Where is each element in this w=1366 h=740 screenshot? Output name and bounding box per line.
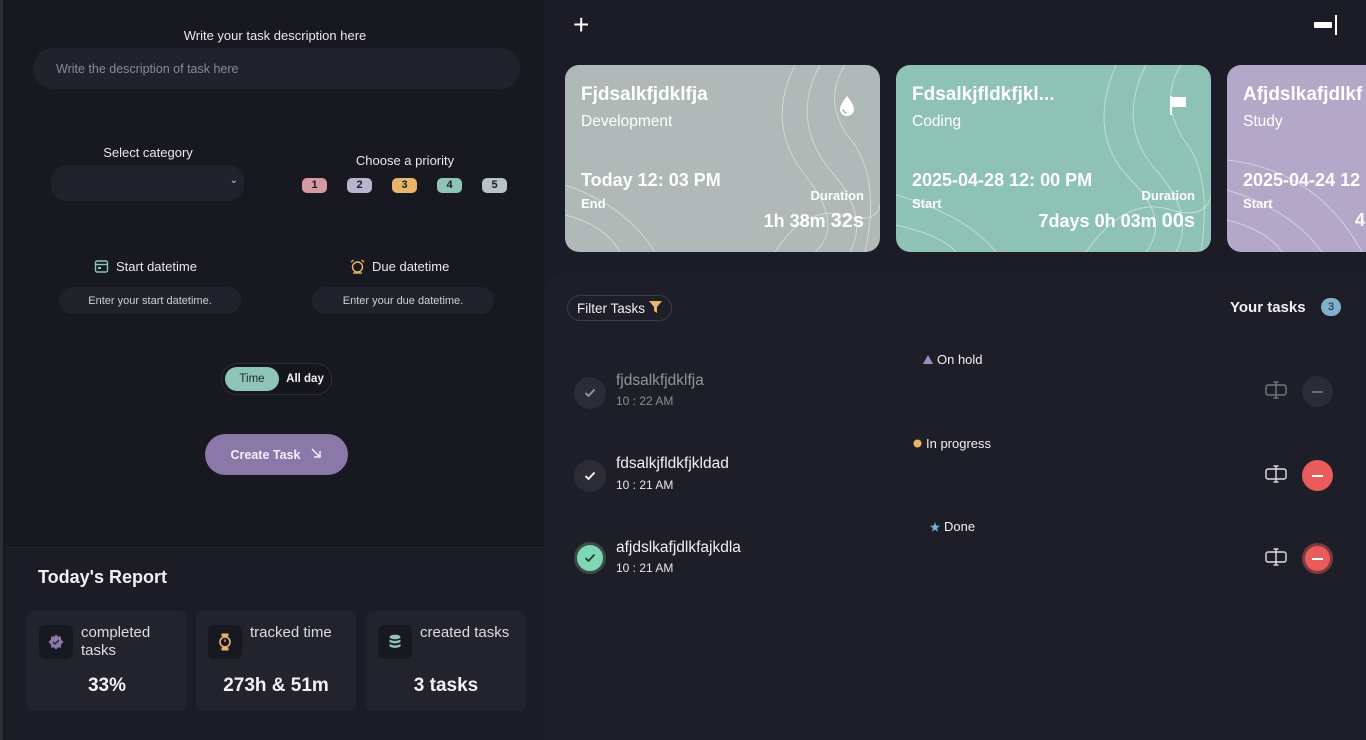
stat-value: 3 tasks bbox=[413, 675, 479, 696]
alarm-icon bbox=[350, 259, 365, 274]
arrow-down-right-icon bbox=[310, 447, 322, 462]
edit-icon[interactable] bbox=[1265, 465, 1287, 483]
due-datetime-label: Due datetime bbox=[350, 259, 449, 274]
priority-label: Choose a priority bbox=[355, 153, 455, 168]
card-category: Study bbox=[1243, 113, 1283, 130]
priority-4-button[interactable]: 4 bbox=[437, 178, 462, 193]
card-title: Afjdslkafjdlkf bbox=[1243, 84, 1363, 105]
card-duration-value: 4 bbox=[1355, 210, 1366, 230]
task-form-panel: Write your task description here Select … bbox=[0, 0, 547, 740]
delete-task-button[interactable] bbox=[1302, 543, 1333, 574]
filter-icon bbox=[649, 300, 662, 316]
stat-label: created tasks bbox=[420, 624, 510, 641]
card-duration-value: 1h 38m 32s bbox=[763, 210, 864, 232]
stat-tracked: tracked time 273h & 51m bbox=[196, 611, 356, 711]
task-name: fjdsalkfjdklfja bbox=[616, 372, 704, 389]
dot-icon bbox=[913, 439, 922, 448]
filter-tasks-button[interactable]: Filter Tasks bbox=[567, 295, 672, 321]
create-task-label: Create Task bbox=[230, 447, 301, 462]
description-input[interactable] bbox=[33, 48, 520, 89]
task-count-badge: 3 bbox=[1321, 298, 1341, 316]
card-category: Development bbox=[581, 113, 673, 130]
category-select[interactable]: ⌄ bbox=[51, 165, 244, 201]
task-checkbox[interactable] bbox=[574, 377, 606, 409]
add-task-icon[interactable]: + bbox=[573, 11, 589, 39]
watch-icon bbox=[208, 625, 242, 659]
edit-icon[interactable] bbox=[1265, 548, 1287, 566]
card-duration-label: Duration bbox=[1141, 188, 1195, 203]
task-status: In progress bbox=[913, 436, 991, 451]
stat-label: completed tasks bbox=[81, 624, 151, 659]
card-date: Today 12: 03 PM bbox=[581, 170, 721, 190]
minus-icon bbox=[1312, 557, 1323, 560]
card-title: Fdsalkjfldkfjkl... bbox=[912, 84, 1055, 105]
task-card[interactable]: Fdsalkjfldkfjkl... Coding 2025-04-28 12:… bbox=[896, 65, 1211, 252]
stat-value: 273h & 51m bbox=[223, 675, 329, 696]
triangle-icon bbox=[923, 355, 933, 364]
start-datetime-input[interactable] bbox=[59, 287, 241, 314]
stat-value: 33% bbox=[87, 675, 127, 696]
start-datetime-label: Start datetime bbox=[94, 259, 197, 274]
flag-icon bbox=[1169, 95, 1187, 120]
minus-icon bbox=[1312, 390, 1323, 393]
badge-check-icon bbox=[39, 625, 73, 659]
chevron-down-icon: ⌄ bbox=[229, 175, 238, 186]
check-icon bbox=[584, 471, 596, 481]
start-datetime-text: Start datetime bbox=[116, 259, 197, 274]
edit-icon[interactable] bbox=[1265, 381, 1287, 399]
delete-task-button[interactable] bbox=[1302, 376, 1333, 407]
card-when: End bbox=[581, 196, 606, 211]
due-datetime-input[interactable] bbox=[312, 287, 494, 314]
card-when: Start bbox=[1243, 196, 1273, 211]
task-time: 10 : 21 AM bbox=[616, 561, 674, 575]
time-mode-toggle: Time All day bbox=[221, 363, 332, 395]
check-icon bbox=[584, 388, 596, 398]
priority-3-button[interactable]: 3 bbox=[392, 178, 417, 193]
card-category: Coding bbox=[912, 113, 962, 130]
drop-icon bbox=[838, 95, 856, 122]
stat-completed: completed tasks 33% bbox=[27, 611, 187, 711]
calendar-icon bbox=[94, 259, 109, 274]
filter-tasks-label: Filter Tasks bbox=[576, 300, 645, 316]
task-time: 10 : 22 AM bbox=[616, 394, 674, 408]
category-label: Select category bbox=[103, 145, 193, 160]
check-icon bbox=[584, 553, 596, 563]
stat-created: created tasks 3 tasks bbox=[366, 611, 526, 711]
priority-5-button[interactable]: 5 bbox=[482, 178, 507, 193]
card-duration-value: 7days 0h 03m 00s bbox=[1038, 210, 1195, 232]
todays-report: Today's Report completed tasks 33% track… bbox=[6, 547, 547, 740]
priority-2-button[interactable]: 2 bbox=[347, 178, 372, 193]
toggle-allday-option[interactable]: All day bbox=[282, 367, 328, 391]
task-time: 10 : 21 AM bbox=[616, 478, 674, 492]
create-task-button[interactable]: Create Task bbox=[205, 434, 348, 475]
task-card[interactable]: Afjdslkafjdlkf Study 2025-04-24 12 Start… bbox=[1227, 65, 1366, 252]
card-when: Start bbox=[912, 196, 942, 211]
task-status: On hold bbox=[923, 352, 983, 367]
task-card[interactable]: Fjdsalkfjdklfja Development Today 12: 03… bbox=[565, 65, 880, 252]
card-date: 2025-04-28 12: 00 PM bbox=[912, 170, 1093, 190]
task-name: fdsalkjfldkfjkldad bbox=[616, 455, 729, 472]
toggle-time-option[interactable]: Time bbox=[225, 367, 279, 391]
database-icon bbox=[378, 625, 412, 659]
card-duration-label: Duration bbox=[810, 188, 864, 203]
due-datetime-text: Due datetime bbox=[372, 259, 450, 274]
description-label: Write your task description here bbox=[183, 28, 367, 43]
task-checkbox[interactable] bbox=[574, 542, 606, 574]
task-name: afjdslkafjdlkfajkdla bbox=[616, 539, 741, 556]
collapse-panel-icon[interactable] bbox=[1313, 13, 1339, 37]
task-checkbox[interactable] bbox=[574, 460, 606, 492]
card-title: Fjdsalkfjdklfja bbox=[581, 84, 708, 105]
minus-icon bbox=[1312, 474, 1323, 477]
stat-label: tracked time bbox=[250, 624, 332, 641]
card-date: 2025-04-24 12 bbox=[1243, 170, 1361, 190]
tasks-panel bbox=[544, 272, 1366, 740]
priority-1-button[interactable]: 1 bbox=[302, 178, 327, 193]
your-tasks-title: Your tasks bbox=[1230, 299, 1306, 316]
delete-task-button[interactable] bbox=[1302, 460, 1333, 491]
task-status: Done bbox=[930, 519, 975, 534]
report-title: Today's Report bbox=[38, 567, 167, 587]
star-icon bbox=[930, 521, 940, 532]
